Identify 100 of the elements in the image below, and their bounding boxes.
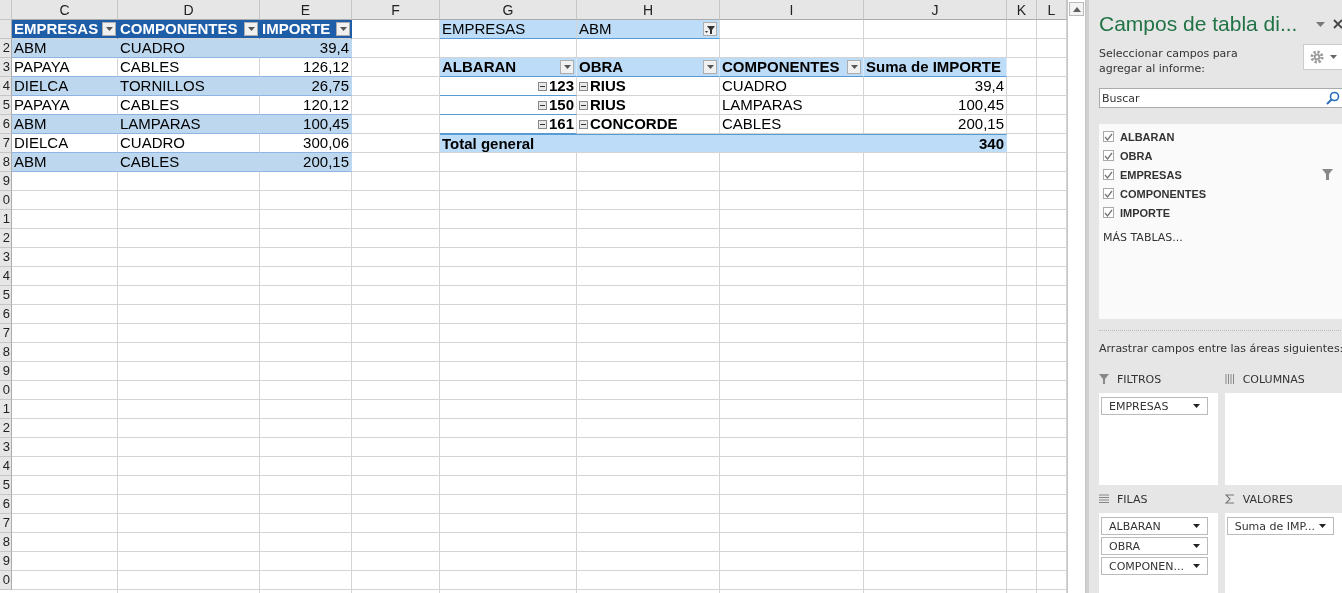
collapse-icon[interactable] bbox=[537, 81, 547, 91]
row-label: 150 bbox=[548, 96, 574, 114]
pivot-column-header: ALBARAN bbox=[442, 58, 517, 76]
field-label[interactable]: COMPONENTES bbox=[1120, 187, 1340, 200]
row-number[interactable]: 3 bbox=[0, 248, 12, 267]
field-label[interactable]: EMPRESAS bbox=[1120, 168, 1317, 181]
row-number[interactable]: 0 bbox=[0, 191, 12, 210]
column-letter[interactable]: F bbox=[352, 0, 440, 20]
search-icon[interactable] bbox=[1326, 91, 1341, 105]
row-number[interactable]: 9 bbox=[0, 552, 12, 571]
filter-icon bbox=[705, 24, 715, 34]
area-title: FILTROS bbox=[1117, 372, 1162, 386]
filter-dropdown-button[interactable] bbox=[847, 60, 861, 74]
column-letter[interactable]: D bbox=[118, 0, 260, 20]
field-chip[interactable]: COMPONEN... bbox=[1101, 557, 1208, 575]
row-number[interactable]: 2 bbox=[0, 229, 12, 248]
checkbox[interactable] bbox=[1103, 150, 1114, 161]
column-letter[interactable]: C bbox=[12, 0, 118, 20]
column-letter[interactable]: E bbox=[260, 0, 352, 20]
table-cell: DIELCA bbox=[12, 77, 118, 96]
checkbox[interactable] bbox=[1103, 188, 1114, 199]
drop-area[interactable]: EMPRESAS bbox=[1099, 393, 1218, 485]
caret-icon bbox=[339, 27, 347, 31]
row-number[interactable]: 8 bbox=[0, 533, 12, 552]
filter-dropdown-button[interactable] bbox=[703, 22, 717, 36]
settings-button[interactable] bbox=[1303, 44, 1342, 70]
pivot-column-header: OBRA bbox=[579, 58, 624, 76]
caret-icon[interactable] bbox=[1316, 21, 1326, 27]
column-letter[interactable]: L bbox=[1037, 0, 1067, 20]
column-letter[interactable]: K bbox=[1007, 0, 1037, 20]
row-number[interactable]: 7 bbox=[0, 514, 12, 533]
search-field[interactable]: Buscar bbox=[1099, 88, 1342, 108]
row-number[interactable]: 6 bbox=[0, 115, 12, 134]
filter-dropdown-button[interactable] bbox=[102, 22, 116, 36]
checkbox[interactable] bbox=[1103, 169, 1114, 180]
checkbox[interactable] bbox=[1103, 131, 1114, 142]
vertical-scrollbar[interactable] bbox=[1067, 0, 1086, 593]
more-tables-link[interactable]: MÁS TABLAS... bbox=[1103, 231, 1340, 244]
close-icon[interactable] bbox=[1333, 19, 1342, 29]
collapse-icon[interactable] bbox=[579, 100, 588, 110]
field-chip[interactable]: OBRA bbox=[1101, 537, 1208, 555]
field-chip[interactable]: ALBARAN bbox=[1101, 517, 1208, 535]
table-cell: ABM bbox=[12, 39, 118, 58]
caret-icon bbox=[1330, 55, 1338, 59]
filter-dropdown-button[interactable] bbox=[703, 60, 717, 74]
caret-icon bbox=[1318, 524, 1326, 528]
row-number[interactable]: 9 bbox=[0, 362, 12, 381]
column-header: IMPORTE bbox=[262, 20, 331, 38]
row-number[interactable]: 1 bbox=[0, 400, 12, 419]
row-number[interactable]: 4 bbox=[0, 457, 12, 476]
drop-area[interactable]: ALBARAN OBRA COMPONEN... bbox=[1099, 513, 1218, 593]
row-number[interactable]: 2 bbox=[0, 419, 12, 438]
caret-icon bbox=[1193, 564, 1200, 568]
field-label[interactable]: ALBARAN bbox=[1120, 130, 1340, 143]
row-number[interactable]: 4 bbox=[0, 77, 12, 96]
filter-dropdown-button[interactable] bbox=[244, 22, 258, 36]
collapse-icon[interactable] bbox=[537, 100, 547, 110]
column-letter[interactable]: I bbox=[720, 0, 864, 20]
caret-icon bbox=[850, 65, 858, 69]
row-number[interactable]: 0 bbox=[0, 381, 12, 400]
row-number[interactable]: 5 bbox=[0, 476, 12, 495]
column-letter[interactable]: H bbox=[577, 0, 720, 20]
checkbox[interactable] bbox=[1103, 207, 1114, 218]
filter-dropdown-button[interactable] bbox=[560, 60, 574, 74]
field-label[interactable]: OBRA bbox=[1120, 149, 1340, 162]
row-label: RIUS bbox=[590, 96, 626, 114]
gear-icon bbox=[1309, 49, 1326, 65]
filter-dropdown-button[interactable] bbox=[336, 22, 350, 36]
drop-area[interactable]: Suma de IMP... bbox=[1224, 513, 1342, 593]
table-cell: 26,75 bbox=[260, 77, 352, 96]
caret-icon bbox=[1193, 524, 1200, 528]
row-number[interactable]: 3 bbox=[0, 58, 12, 77]
row-number[interactable]: 6 bbox=[0, 305, 12, 324]
table-cell: 39,4 bbox=[260, 39, 352, 58]
collapse-icon[interactable] bbox=[579, 119, 588, 129]
field-chip[interactable]: Suma de IMP... bbox=[1226, 517, 1334, 535]
row-number[interactable]: 7 bbox=[0, 324, 12, 343]
row-number[interactable]: 8 bbox=[0, 343, 12, 362]
row-label: RIUS bbox=[590, 77, 626, 95]
field-chip[interactable]: EMPRESAS bbox=[1101, 397, 1208, 415]
row-number[interactable]: 7 bbox=[0, 134, 12, 153]
row-number[interactable]: 3 bbox=[0, 438, 12, 457]
row-number[interactable]: 9 bbox=[0, 172, 12, 191]
row-number[interactable]: 1 bbox=[0, 210, 12, 229]
rows-icon bbox=[1099, 494, 1109, 504]
scroll-up-button[interactable] bbox=[1069, 2, 1084, 16]
row-number[interactable]: 4 bbox=[0, 267, 12, 286]
filter-value: ABM bbox=[579, 20, 612, 38]
area-title: FILAS bbox=[1117, 492, 1148, 506]
column-letter[interactable]: J bbox=[864, 0, 1007, 20]
row-number[interactable]: 0 bbox=[0, 571, 12, 590]
row-number[interactable]: 2 bbox=[0, 39, 12, 58]
field-label[interactable]: IMPORTE bbox=[1120, 206, 1340, 219]
column-letter[interactable]: G bbox=[440, 0, 577, 20]
row-number[interactable]: 6 bbox=[0, 495, 12, 514]
row-number[interactable]: 5 bbox=[0, 286, 12, 305]
row-number[interactable]: 8 bbox=[0, 153, 12, 172]
row-number[interactable]: 5 bbox=[0, 96, 12, 115]
collapse-icon[interactable] bbox=[579, 81, 588, 91]
collapse-icon[interactable] bbox=[537, 119, 547, 129]
